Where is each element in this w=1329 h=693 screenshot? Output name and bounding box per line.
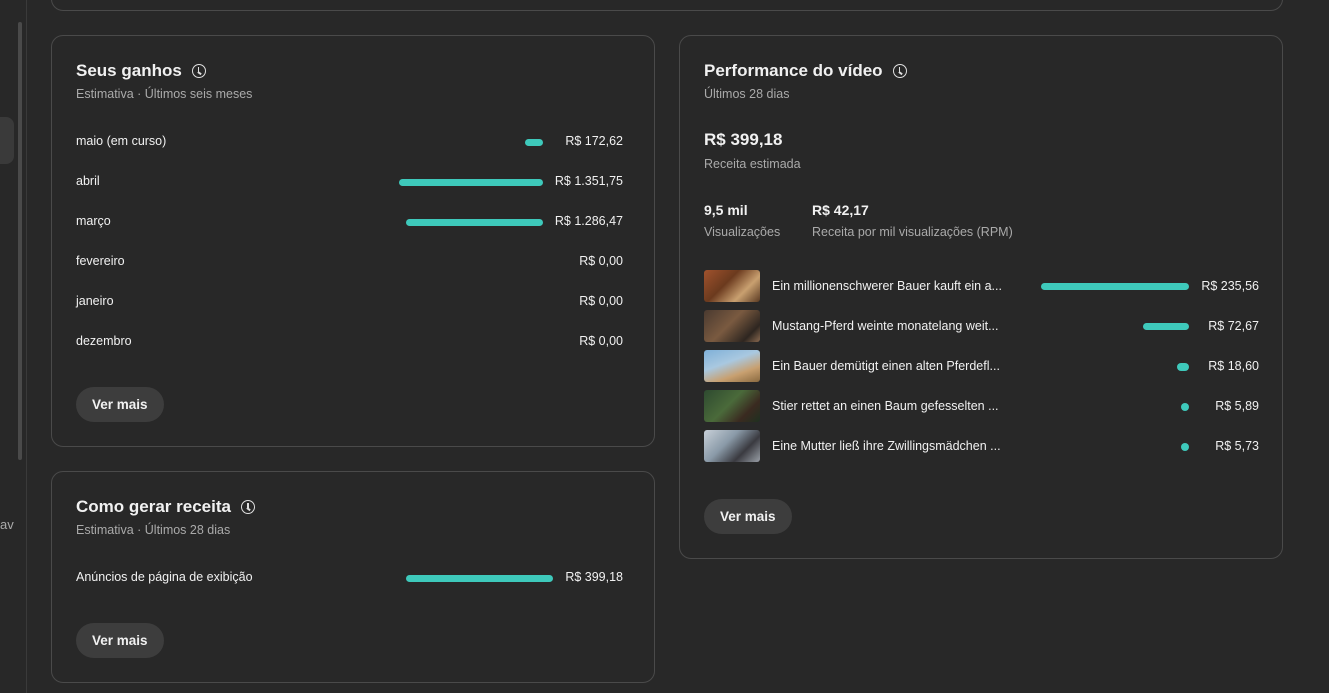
- revenue-sources-title: Como gerar receita: [76, 497, 255, 517]
- video-row[interactable]: Eine Mutter ließ ihre Zwillingsmädchen .…: [704, 430, 1259, 462]
- video-thumbnail[interactable]: [704, 270, 760, 302]
- estimated-revenue-value: R$ 399,18: [704, 130, 783, 149]
- earnings-subtitle: Estimativa · Últimos seis meses: [76, 87, 253, 101]
- views-label: Visualizações: [704, 225, 781, 239]
- revenue-source-amount: R$ 399,18: [565, 570, 623, 584]
- clock-icon[interactable]: [240, 500, 255, 514]
- earnings-month-label: março: [76, 214, 111, 228]
- video-row[interactable]: Stier rettet an einen Baum gefesselten .…: [704, 390, 1259, 422]
- revenue-source-label: Anúncios de página de exibição: [76, 570, 253, 584]
- video-thumbnail[interactable]: [704, 350, 760, 382]
- video-revenue: R$ 18,60: [1208, 359, 1259, 373]
- video-row[interactable]: Ein Bauer demütigt einen alten Pferdefl.…: [704, 350, 1259, 382]
- video-thumbnail[interactable]: [704, 430, 760, 462]
- video-revenue: R$ 5,73: [1215, 439, 1259, 453]
- earnings-row: janeiro R$ 0,00: [76, 292, 623, 312]
- earnings-amount: R$ 1.286,47: [554, 214, 623, 228]
- earnings-month-label: janeiro: [76, 294, 114, 308]
- earnings-month-label: abril: [76, 174, 100, 188]
- clock-icon[interactable]: [892, 64, 907, 78]
- revenue-sources-see-more-button[interactable]: Ver mais: [76, 623, 164, 658]
- earnings-title: Seus ganhos: [76, 61, 206, 81]
- video-thumbnail[interactable]: [704, 390, 760, 422]
- estimated-revenue-label: Receita estimada: [704, 157, 801, 171]
- video-title[interactable]: Eine Mutter ließ ihre Zwillingsmädchen .…: [772, 439, 1012, 453]
- scrollbar[interactable]: [18, 22, 22, 460]
- earnings-row: abril R$ 1.351,75: [76, 172, 623, 192]
- revenue-sources-card: Como gerar receita Estimativa · Últimos …: [51, 471, 655, 683]
- video-revenue: R$ 5,89: [1215, 399, 1259, 413]
- earnings-card: Seus ganhos Estimativa · Últimos seis me…: [51, 35, 655, 447]
- revenue-source-bar: [406, 575, 553, 582]
- earnings-row: maio (em curso) R$ 172,62: [76, 132, 623, 152]
- rpm-value: R$ 42,17: [812, 202, 869, 218]
- earnings-month-label: dezembro: [76, 334, 132, 348]
- video-title[interactable]: Stier rettet an einen Baum gefesselten .…: [772, 399, 1012, 413]
- video-revenue-bar: [1181, 403, 1189, 411]
- earnings-title-text: Seus ganhos: [76, 61, 182, 80]
- earnings-row: março R$ 1.286,47: [76, 212, 623, 232]
- video-title[interactable]: Ein millionenschwerer Bauer kauft ein a.…: [772, 279, 1012, 293]
- video-revenue-bar: [1181, 443, 1189, 451]
- video-title[interactable]: Ein Bauer demütigt einen alten Pferdefl.…: [772, 359, 1012, 373]
- views-value: 9,5 mil: [704, 202, 748, 218]
- video-revenue: R$ 235,56: [1201, 279, 1259, 293]
- earnings-bar: [524, 139, 543, 146]
- earnings-amount: R$ 172,62: [565, 134, 623, 148]
- revenue-sources-subtitle: Estimativa · Últimos 28 dias: [76, 523, 231, 537]
- video-revenue-bar: [1177, 363, 1189, 371]
- earnings-bar: [399, 179, 543, 186]
- earnings-amount: R$ 1.351,75: [554, 174, 623, 188]
- video-performance-card: Performance do vídeo Últimos 28 dias R$ …: [679, 35, 1283, 559]
- revenue-source-row: Anúncios de página de exibição R$ 399,18: [76, 568, 623, 588]
- earnings-row: dezembro R$ 0,00: [76, 332, 623, 352]
- rpm-label: Receita por mil visualizações (RPM): [812, 225, 1013, 239]
- video-revenue-bar: [1041, 283, 1189, 290]
- video-row[interactable]: Mustang-Pferd weinte monatelang weit... R…: [704, 310, 1259, 342]
- performance-title: Performance do vídeo: [704, 61, 907, 81]
- performance-see-more-button[interactable]: Ver mais: [704, 499, 792, 534]
- earnings-amount: R$ 0,00: [579, 334, 623, 348]
- video-row[interactable]: Ein millionenschwerer Bauer kauft ein a.…: [704, 270, 1259, 302]
- video-revenue-bar: [1143, 323, 1189, 330]
- top-card: [51, 0, 1283, 11]
- clock-icon[interactable]: [191, 64, 206, 78]
- earnings-bar: [405, 219, 543, 226]
- earnings-amount: R$ 0,00: [579, 294, 623, 308]
- earnings-month-label: fevereiro: [76, 254, 125, 268]
- left-rail: av: [0, 0, 27, 693]
- video-revenue: R$ 72,67: [1208, 319, 1259, 333]
- performance-title-text: Performance do vídeo: [704, 61, 883, 80]
- nav-label[interactable]: av: [0, 517, 14, 532]
- revenue-sources-title-text: Como gerar receita: [76, 497, 231, 516]
- earnings-amount: R$ 0,00: [579, 254, 623, 268]
- video-thumbnail[interactable]: [704, 310, 760, 342]
- earnings-month-label: maio (em curso): [76, 134, 167, 148]
- performance-subtitle: Últimos 28 dias: [704, 87, 790, 101]
- earnings-row: fevereiro R$ 0,00: [76, 252, 623, 272]
- nav-item-active[interactable]: [0, 117, 14, 164]
- video-title[interactable]: Mustang-Pferd weinte monatelang weit...: [772, 319, 1012, 333]
- earnings-see-more-button[interactable]: Ver mais: [76, 387, 164, 422]
